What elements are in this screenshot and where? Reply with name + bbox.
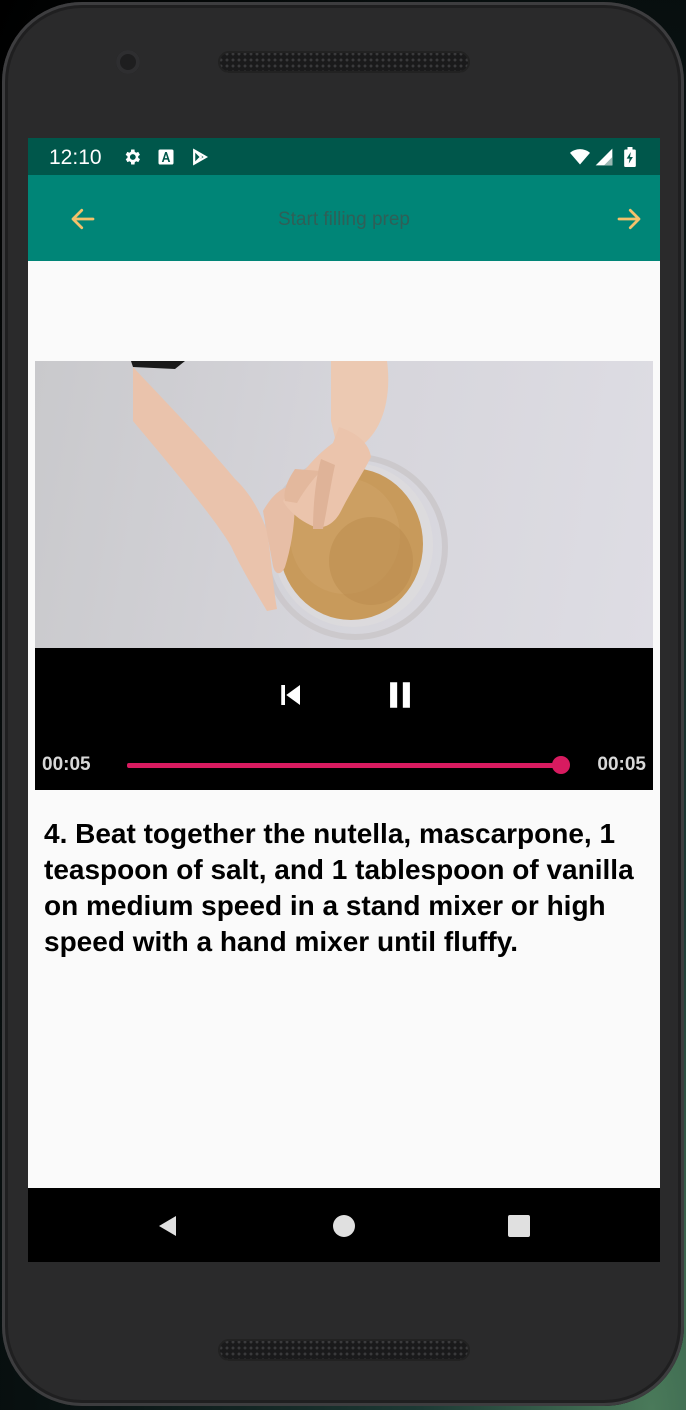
status-time: 12:10	[49, 146, 102, 169]
status-bar: 12:10	[28, 138, 660, 175]
front-camera	[116, 50, 140, 74]
bottom-speaker	[218, 1339, 470, 1361]
wifi-icon	[570, 149, 590, 165]
pause-icon[interactable]	[383, 678, 417, 712]
duration-time: 00:05	[597, 754, 646, 775]
seek-bar[interactable]	[127, 763, 561, 768]
play-store-icon	[193, 148, 209, 166]
step-content: 00:05 00:05 4. Beat together the nutella…	[28, 261, 660, 1188]
signal-icon	[595, 148, 613, 166]
video-frame[interactable]	[35, 361, 653, 648]
gear-icon	[125, 149, 140, 165]
page-title: Start filling prep	[277, 209, 410, 230]
app-bar: Start filling prep	[28, 175, 660, 261]
device-screen: 12:10 Start filling prep 00:05 00:05 4. …	[28, 138, 660, 1262]
back-triangle-icon[interactable]	[156, 1214, 180, 1238]
earpiece-speaker	[218, 51, 470, 73]
seek-thumb[interactable]	[552, 756, 570, 774]
skip-previous-icon[interactable]	[275, 680, 305, 710]
step-description: 4. Beat together the nutella, mascarpone…	[44, 818, 634, 957]
a-box-icon	[158, 149, 174, 165]
video-thumbnail-image	[131, 361, 448, 640]
home-circle-icon[interactable]	[332, 1214, 356, 1238]
battery-icon	[624, 147, 636, 167]
player-controls: 00:05 00:05	[35, 648, 653, 790]
system-nav-bar	[28, 1188, 660, 1262]
phone-frame: 12:10 Start filling prep 00:05 00:05 4. …	[2, 2, 684, 1406]
position-time: 00:05	[42, 754, 91, 775]
arrow-right-icon[interactable]	[614, 204, 644, 234]
recents-square-icon[interactable]	[507, 1214, 531, 1238]
